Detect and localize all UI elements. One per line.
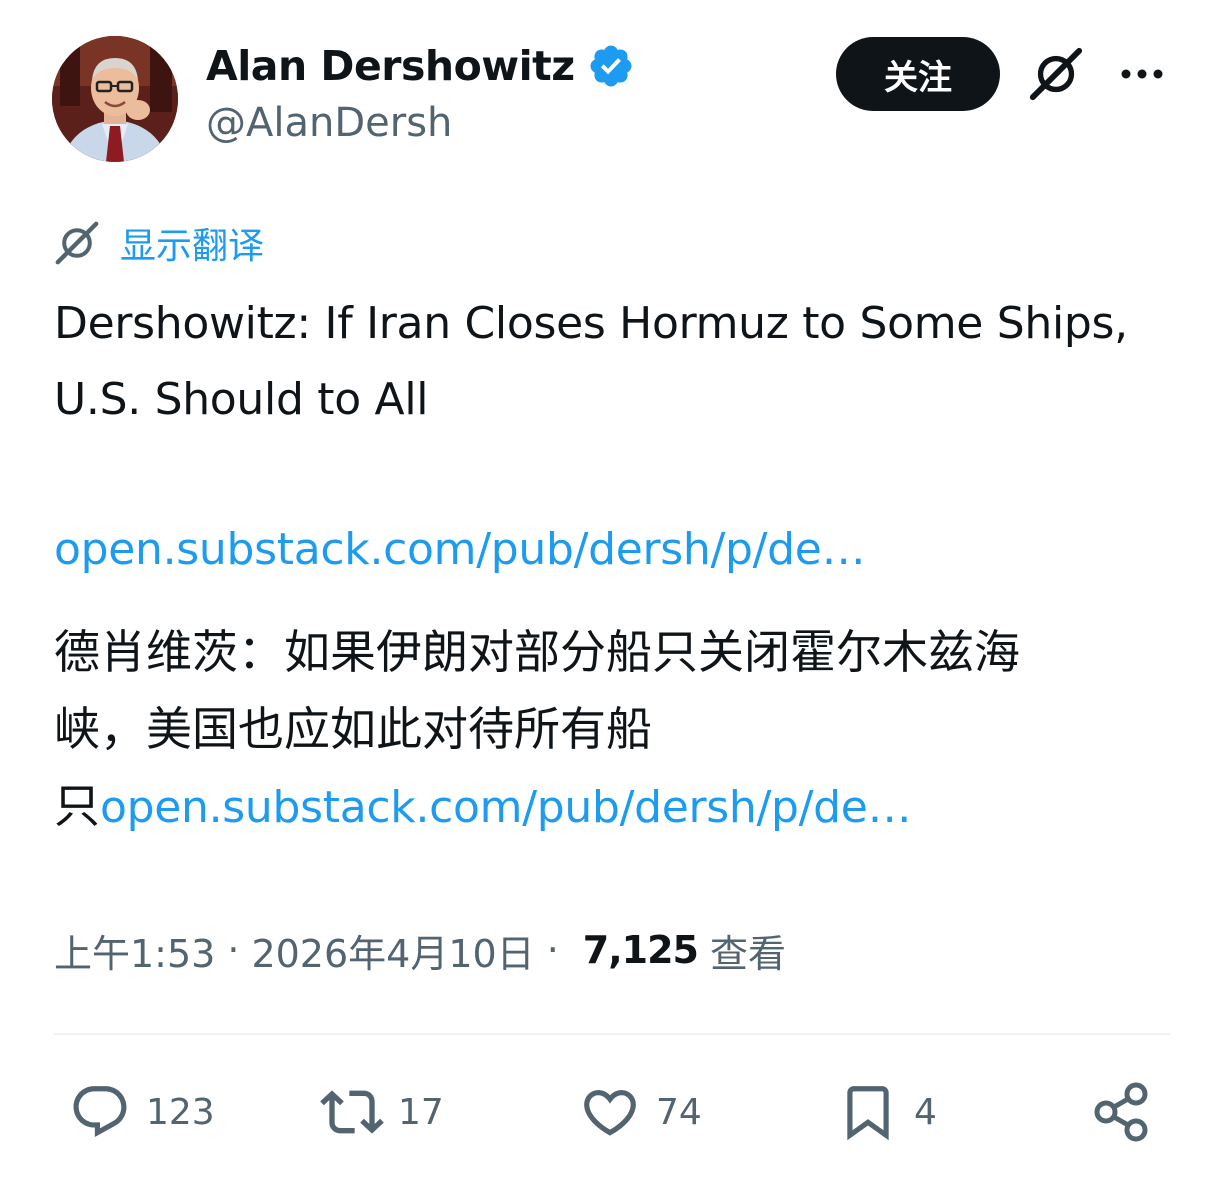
repost-button[interactable]: 17 xyxy=(320,1080,444,1144)
translation-link[interactable]: open.substack.com/pub/dersh/p/de… xyxy=(100,782,912,833)
share-button[interactable] xyxy=(1090,1080,1154,1144)
avatar-image xyxy=(52,36,178,162)
like-button[interactable]: 74 xyxy=(578,1080,702,1144)
bookmark-button[interactable]: 4 xyxy=(836,1080,937,1144)
bookmark-icon xyxy=(836,1080,900,1144)
author-name[interactable]: Alan Dershowitz xyxy=(206,42,575,90)
translation-line-with-link: 只open.substack.com/pub/dersh/p/de… xyxy=(54,768,1184,846)
grok-icon[interactable] xyxy=(1026,44,1086,104)
tweet-link[interactable]: open.substack.com/pub/dersh/p/de… xyxy=(54,512,866,588)
repost-count: 17 xyxy=(398,1091,444,1133)
reply-icon xyxy=(68,1080,132,1144)
tweet-translation: 德肖维茨：如果伊朗对部分船只关闭霍尔木兹海 峡，美国也应如此对待所有船 只ope… xyxy=(54,614,1184,846)
share-icon xyxy=(1090,1080,1154,1144)
views-label: 查看 xyxy=(709,931,786,976)
like-count: 74 xyxy=(656,1091,702,1133)
verified-badge-icon[interactable] xyxy=(587,42,635,90)
tweet-meta: 上午1:53 · 2026年4月10日 · 7,125 查看 xyxy=(54,920,786,980)
heart-icon xyxy=(578,1080,642,1144)
views-count[interactable]: 7,125 xyxy=(583,928,699,972)
author-handle[interactable]: @AlanDersh xyxy=(206,100,452,146)
tweet-date[interactable]: 2026年4月10日 xyxy=(251,923,534,978)
bookmark-count: 4 xyxy=(914,1091,937,1133)
translation-line: 德肖维茨：如果伊朗对部分船只关闭霍尔木兹海 xyxy=(54,625,1020,679)
divider xyxy=(54,1033,1170,1035)
repost-icon xyxy=(320,1080,384,1144)
show-translation-button[interactable]: 显示翻译 xyxy=(52,216,264,270)
follow-button[interactable]: 关注 xyxy=(836,37,1000,111)
tweet-time[interactable]: 上午1:53 xyxy=(54,923,215,978)
translation-text: 只 xyxy=(54,779,100,833)
author-name-row[interactable]: Alan Dershowitz xyxy=(206,38,635,94)
meta-separator: · xyxy=(546,928,559,972)
meta-separator: · xyxy=(227,928,240,972)
show-translation-label: 显示翻译 xyxy=(120,226,265,267)
avatar[interactable] xyxy=(52,36,178,162)
tweet-text: Dershowitz: If Iran Closes Hormuz to Som… xyxy=(54,298,1128,425)
reply-count: 123 xyxy=(146,1091,215,1133)
more-icon[interactable] xyxy=(1114,50,1170,98)
translation-line: 峡，美国也应如此对待所有船 xyxy=(54,702,652,756)
grok-icon xyxy=(52,218,102,268)
reply-button[interactable]: 123 xyxy=(68,1080,215,1144)
